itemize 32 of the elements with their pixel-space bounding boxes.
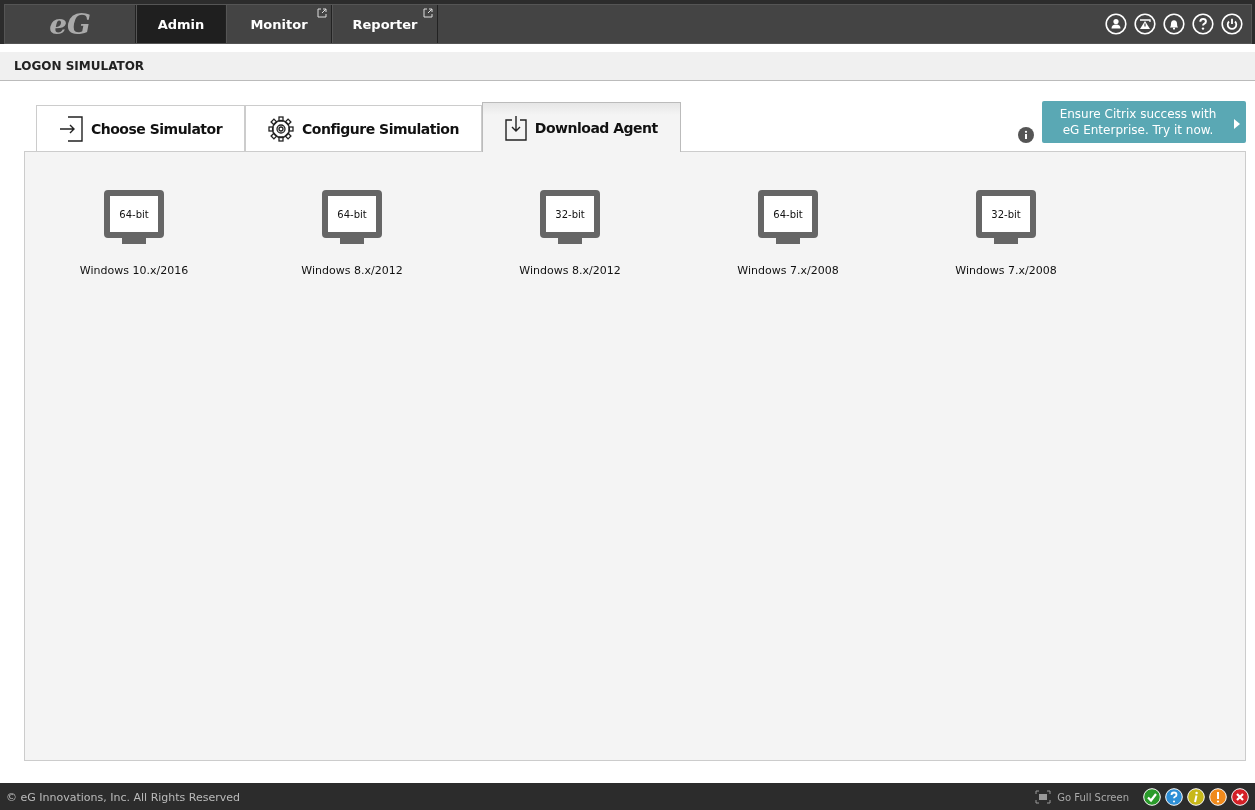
external-link-icon bbox=[317, 8, 327, 18]
os-name: Windows 8.x/2012 bbox=[519, 264, 621, 277]
os-name: Windows 8.x/2012 bbox=[301, 264, 403, 277]
nav-tab[interactable]: Monitor bbox=[226, 5, 332, 43]
help-status-icon[interactable] bbox=[1165, 788, 1183, 806]
sign-in-icon bbox=[59, 115, 83, 142]
caret-icon bbox=[1234, 119, 1240, 129]
gear-icon bbox=[268, 115, 295, 142]
download-icon bbox=[504, 114, 527, 141]
copyright-text: © eG Innovations, Inc. All Rights Reserved bbox=[6, 790, 241, 804]
full-screen-icon[interactable] bbox=[1035, 790, 1052, 804]
bell-icon[interactable] bbox=[1163, 13, 1185, 35]
help-icon[interactable] bbox=[1192, 13, 1214, 35]
full-screen-link[interactable]: Go Full Screen bbox=[1057, 791, 1129, 803]
nav-tab[interactable]: Admin bbox=[136, 5, 226, 43]
user-icon[interactable] bbox=[1105, 13, 1127, 35]
nav-tab[interactable]: Reporter bbox=[332, 5, 438, 43]
ok-status-icon[interactable] bbox=[1143, 788, 1161, 806]
tab[interactable]: Configure Simulation bbox=[245, 105, 482, 151]
error-status-icon[interactable] bbox=[1231, 788, 1249, 806]
info-status-icon[interactable] bbox=[1187, 788, 1205, 806]
tab[interactable]: Choose Simulator bbox=[36, 105, 246, 151]
external-link-icon bbox=[423, 8, 433, 18]
page-title: LOGON SIMULATOR bbox=[14, 59, 145, 73]
os-name: Windows 7.x/2008 bbox=[737, 264, 839, 277]
power-icon[interactable] bbox=[1221, 13, 1243, 35]
alert-icon[interactable] bbox=[1134, 13, 1156, 35]
os-name: Windows 10.x/2016 bbox=[79, 264, 189, 277]
warning-status-icon[interactable] bbox=[1209, 788, 1227, 806]
info-icon[interactable] bbox=[1018, 127, 1034, 143]
os-name: Windows 7.x/2008 bbox=[955, 264, 1057, 277]
tab[interactable]: Download Agent bbox=[481, 102, 681, 152]
